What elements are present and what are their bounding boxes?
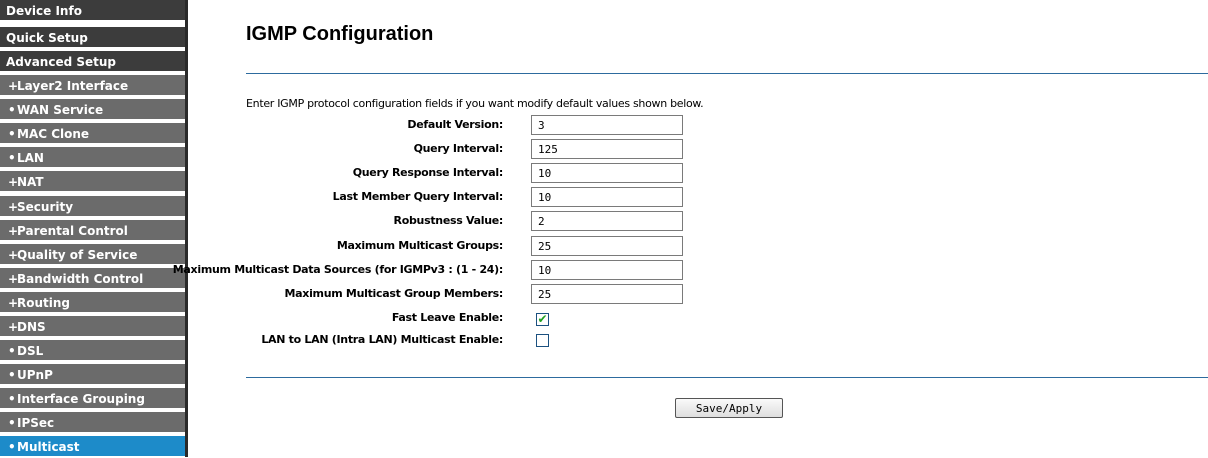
- query-response-interval-input[interactable]: [531, 163, 683, 183]
- sidebar-item-label: Device Info: [6, 4, 82, 18]
- sidebar-item-label: Bandwidth Control: [17, 272, 144, 286]
- sidebar-divider: [185, 0, 188, 457]
- sidebar-item-label: Layer2 Interface: [17, 79, 129, 93]
- sidebar-item-quick-setup[interactable]: Quick Setup: [0, 27, 185, 49]
- sidebar-item-label: LAN: [17, 151, 44, 165]
- bullet-icon: •: [8, 368, 16, 382]
- sidebar-item-bandwidth-control[interactable]: +Bandwidth Control: [0, 268, 185, 290]
- bullet-icon: •: [8, 103, 16, 117]
- sidebar-item-label: Quality of Service: [17, 248, 138, 262]
- expand-plus-icon: +: [8, 200, 19, 214]
- sidebar-item-dsl[interactable]: •DSL: [0, 340, 185, 362]
- bullet-icon: •: [8, 127, 16, 141]
- lan-to-lan-multicast-enable-checkbox[interactable]: [536, 334, 549, 347]
- sidebar-item-security[interactable]: +Security: [0, 196, 185, 218]
- bullet-icon: •: [8, 416, 16, 430]
- max-multicast-group-members-input[interactable]: [531, 284, 683, 304]
- max-multicast-group-members-label: Maximum Multicast Group Members:: [284, 287, 504, 300]
- last-member-query-interval-label: Last Member Query Interval:: [332, 190, 504, 203]
- sidebar-item-label: UPnP: [17, 368, 53, 382]
- sidebar-item-label: IPSec: [17, 416, 55, 430]
- sidebar-item-routing[interactable]: +Routing: [0, 292, 185, 314]
- sidebar-item-ipsec[interactable]: •IPSec: [0, 412, 185, 434]
- bullet-icon: •: [8, 440, 16, 454]
- robustness-value-label: Robustness Value:: [393, 214, 504, 227]
- sidebar-item-layer2-interface[interactable]: +Layer2 Interface: [0, 75, 185, 97]
- bullet-icon: •: [8, 344, 16, 358]
- page-title: IGMP Configuration: [246, 23, 434, 45]
- query-interval-label: Query Interval:: [413, 142, 504, 155]
- sidebar-item-parental-control[interactable]: +Parental Control: [0, 220, 185, 242]
- robustness-value-input[interactable]: [531, 211, 683, 231]
- sidebar-item-label: Parental Control: [17, 224, 128, 238]
- expand-plus-icon: +: [8, 248, 19, 262]
- max-multicast-groups-label: Maximum Multicast Groups:: [336, 239, 503, 252]
- expand-plus-icon: +: [8, 320, 19, 334]
- max-multicast-data-sources-input[interactable]: [531, 260, 683, 280]
- bullet-icon: •: [8, 392, 16, 406]
- sidebar-item-label: WAN Service: [17, 103, 104, 117]
- sidebar-item-lan[interactable]: •LAN: [0, 147, 185, 169]
- fast-leave-enable-label: Fast Leave Enable:: [391, 311, 503, 324]
- sidebar-item-wan-service[interactable]: •WAN Service: [0, 99, 185, 121]
- fast-leave-enable-checkbox[interactable]: ✔: [536, 312, 549, 326]
- save-apply-button[interactable]: Save/Apply: [675, 398, 783, 418]
- sidebar-item-upnp[interactable]: •UPnP: [0, 364, 185, 386]
- expand-plus-icon: +: [8, 175, 19, 189]
- default-version-label: Default Version:: [407, 118, 503, 131]
- max-multicast-groups-input[interactable]: [531, 236, 683, 256]
- sidebar-item-advanced-setup[interactable]: Advanced Setup: [0, 51, 185, 73]
- checkmark-icon: ✔: [537, 312, 548, 326]
- sidebar-item-label: Quick Setup: [6, 31, 88, 45]
- expand-plus-icon: +: [8, 79, 19, 93]
- sidebar-nav: Device Info Quick Setup Advanced Setup +…: [0, 0, 185, 458]
- query-response-interval-label: Query Response Interval:: [352, 166, 504, 179]
- sidebar-item-label: DNS: [17, 320, 46, 334]
- query-interval-input[interactable]: [531, 139, 683, 159]
- intro-text: Enter IGMP protocol configuration fields…: [246, 97, 704, 110]
- expand-plus-icon: +: [8, 272, 19, 286]
- sidebar-item-label: Routing: [17, 296, 71, 310]
- last-member-query-interval-input[interactable]: [531, 187, 683, 207]
- sidebar-item-device-info[interactable]: Device Info: [0, 0, 185, 22]
- sidebar-item-multicast[interactable]: •Multicast: [0, 436, 185, 458]
- sidebar-item-nat[interactable]: +NAT: [0, 171, 185, 193]
- expand-plus-icon: +: [8, 296, 19, 310]
- sidebar-item-label: NAT: [17, 175, 44, 189]
- sidebar-item-label: MAC Clone: [17, 127, 90, 141]
- sidebar-item-label: Advanced Setup: [6, 55, 117, 69]
- lan-to-lan-multicast-enable-label: LAN to LAN (Intra LAN) Multicast Enable:: [261, 333, 503, 346]
- sidebar-item-interface-grouping[interactable]: •Interface Grouping: [0, 388, 185, 410]
- sidebar-item-label: Interface Grouping: [17, 392, 145, 406]
- sidebar-item-mac-clone[interactable]: •MAC Clone: [0, 123, 185, 145]
- sidebar-item-label: DSL: [17, 344, 44, 358]
- default-version-input[interactable]: [531, 115, 683, 135]
- top-divider: [246, 73, 1208, 74]
- sidebar-item-label: Multicast: [17, 440, 80, 454]
- sidebar-item-label: Security: [17, 200, 74, 214]
- bottom-divider: [246, 377, 1208, 378]
- expand-plus-icon: +: [8, 224, 19, 238]
- sidebar-item-dns[interactable]: +DNS: [0, 316, 185, 338]
- sidebar-item-quality-of-service[interactable]: +Quality of Service: [0, 244, 185, 266]
- bullet-icon: •: [8, 151, 16, 165]
- max-multicast-data-sources-label: Maximum Multicast Data Sources (for IGMP…: [172, 263, 504, 276]
